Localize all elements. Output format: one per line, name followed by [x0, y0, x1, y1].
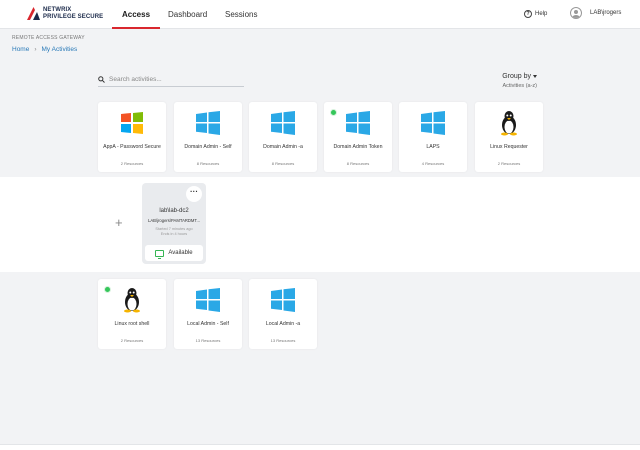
user-menu[interactable]: LAB\jrogers	[570, 7, 621, 19]
activity-name: Linux Requester	[490, 144, 528, 150]
activity-card-appa-password-secure[interactable]: AppA - Password Secure 2 Resources	[98, 102, 166, 172]
tab-access[interactable]: Access	[112, 0, 161, 29]
active-session-panel	[0, 177, 640, 272]
group-by-label-row: Group by	[490, 73, 537, 80]
windows-icon	[196, 111, 220, 135]
linux-tux-icon	[124, 288, 140, 313]
session-account: LAB\jrogers\PAMTARDMT...	[148, 218, 200, 223]
help-link[interactable]: ? Help	[524, 10, 547, 18]
activity-name: Domain Admin Token	[333, 144, 383, 150]
activity-card-domain-admin-token[interactable]: Domain Admin Token 8 Resources	[324, 102, 392, 172]
add-icon[interactable]: +	[115, 216, 123, 229]
activity-card-domain-admin-a[interactable]: Domain Admin -a 8 Resources	[249, 102, 317, 172]
windows-icon	[421, 111, 445, 135]
page-subtitle: REMOTE ACCESS GATEWAY	[12, 35, 85, 41]
brand-name: NETWRIX PRIVILEGE SECURE	[43, 7, 103, 21]
activity-name: Local Admin - Self	[187, 321, 229, 327]
more-options-icon[interactable]: ···	[186, 186, 202, 202]
netwrix-logo-icon	[27, 7, 40, 20]
top-navigation-bar: NETWRIX PRIVILEGE SECURE Access Dashboar…	[0, 0, 640, 29]
netwrix-logo[interactable]: NETWRIX PRIVILEGE SECURE	[27, 6, 107, 24]
session-timing: Started 7 minutes ago Ends in 4 hours	[144, 227, 204, 237]
breadcrumb-home[interactable]: Home	[12, 46, 29, 53]
activity-name: LAPS	[426, 144, 440, 150]
activity-resources: 2 Resources	[497, 161, 521, 166]
active-status-dot	[330, 109, 337, 116]
avatar-icon	[570, 7, 582, 19]
bottom-edge	[0, 444, 640, 450]
active-status-dot	[104, 286, 111, 293]
group-by-value: Activities (a-z)	[502, 83, 537, 89]
brand-line-2: PRIVILEGE SECURE	[43, 14, 104, 20]
windows-icon	[271, 288, 295, 312]
tab-dashboard[interactable]: Dashboard	[158, 0, 217, 29]
activity-resources: 13 Resources	[195, 338, 221, 343]
activity-name: Linux root shell	[114, 321, 150, 327]
windows-icon	[346, 111, 370, 135]
activity-card-local-admin-a[interactable]: Local Admin -a 13 Resources	[249, 279, 317, 349]
activity-name: Domain Admin -a	[263, 144, 303, 150]
activity-name: AppA - Password Secure	[103, 144, 161, 150]
activity-card-linux-requester[interactable]: Linux Requester 2 Resources	[475, 102, 543, 172]
caret-down-icon	[533, 75, 537, 78]
activity-resources: 8 Resources	[271, 161, 295, 166]
group-by-label: Group by	[502, 73, 531, 80]
activity-card-linux-root-shell[interactable]: Linux root shell 2 Resources	[98, 279, 166, 349]
session-host: lab\lab-dc2	[159, 208, 189, 214]
activity-resources: 8 Resources	[196, 161, 220, 166]
monitor-icon	[155, 249, 165, 259]
windows-color-icon	[121, 112, 143, 134]
session-status: Available	[168, 250, 193, 256]
breadcrumb-my-activities[interactable]: My Activities	[42, 46, 78, 53]
help-label: Help	[535, 11, 548, 17]
activity-resources: 4 Resources	[421, 161, 445, 166]
activity-card-laps[interactable]: LAPS 4 Resources	[399, 102, 467, 172]
linux-tux-icon	[501, 111, 517, 136]
activity-card-domain-admin-self[interactable]: Domain Admin - Self 8 Resources	[174, 102, 242, 172]
activity-resources: 2 Resources	[120, 338, 144, 343]
session-ends: Ends in 4 hours	[160, 232, 188, 236]
activity-resources: 13 Resources	[270, 338, 296, 343]
windows-icon	[196, 288, 220, 312]
tab-sessions[interactable]: Sessions	[215, 0, 267, 29]
group-by-dropdown[interactable]: Group by Activities (a-z)	[490, 73, 537, 89]
help-icon: ?	[524, 10, 532, 18]
brand-line-1: NETWRIX	[43, 7, 72, 13]
breadcrumb-separator: ›	[34, 46, 37, 53]
search-icon	[98, 76, 105, 83]
breadcrumb: Home › My Activities	[12, 46, 77, 53]
activity-name: Domain Admin - Self	[184, 144, 232, 150]
activity-card-local-admin-self[interactable]: Local Admin - Self 13 Resources	[174, 279, 242, 349]
activity-name: Local Admin -a	[265, 321, 301, 327]
search-bar	[98, 73, 244, 87]
activity-resources: 2 Resources	[120, 161, 144, 166]
search-input[interactable]	[109, 76, 239, 83]
activity-resources: 8 Resources	[346, 161, 370, 166]
user-name: LAB\jrogers	[590, 10, 622, 16]
available-button[interactable]: Available	[145, 245, 203, 261]
windows-icon	[271, 111, 295, 135]
session-card[interactable]: ··· lab\lab-dc2 LAB\jrogers\PAMTARDMT...…	[142, 183, 206, 264]
